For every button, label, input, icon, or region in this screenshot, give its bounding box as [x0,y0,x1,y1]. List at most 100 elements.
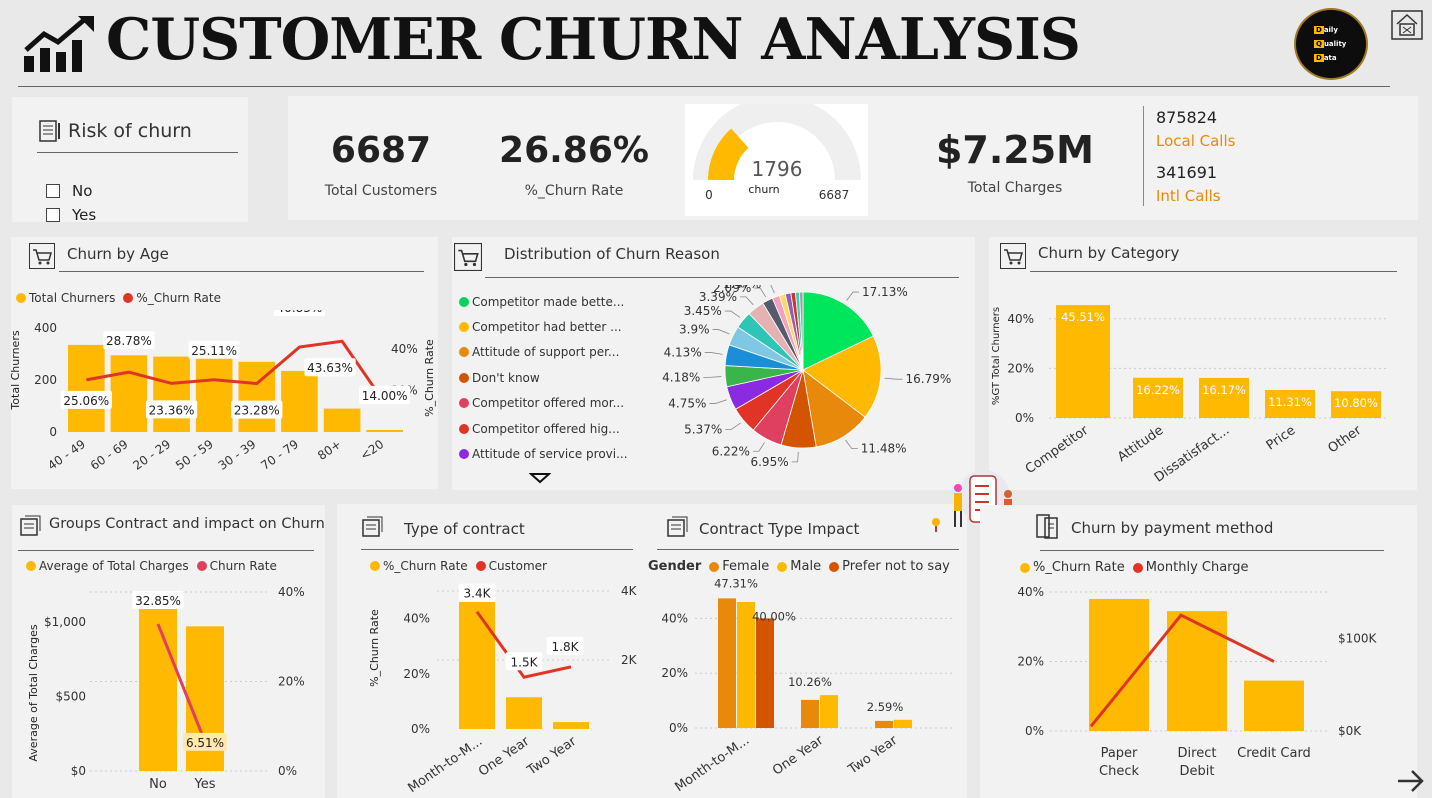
brand-logo: Daily Quality Data [1294,8,1368,80]
slice-label: 5.37% [684,422,722,436]
legend-label: Attitude of service provi... [472,447,628,462]
slice-label: 4.13% [664,345,702,359]
x-tick: Two Year [845,733,901,778]
x-tick: Other [1325,423,1364,457]
x-tick: 70 - 79 [258,437,301,473]
bar-label: 2.59% [867,700,904,714]
age-legend: Total Churners %_Churn Rate [16,291,221,305]
y-tick: 0% [669,721,688,735]
slice-label: 16.79% [906,372,952,386]
intl-calls-value: 341691 [1156,163,1218,182]
type-contract-title: Type of contract [404,520,525,538]
risk-option-no[interactable]: No [46,182,92,200]
x-tick: Two Year [524,734,580,779]
x-tick: Check [1099,764,1139,779]
y2-axis-label: %_Churn Rate [423,339,436,417]
y-tick: $0 [71,764,86,778]
churn-gauge: 1796 churn 0 6687 [693,104,861,202]
x-tick: 40 - 49 [45,437,88,473]
bar-label: 16.22% [1136,383,1180,397]
y2-tick: 40% [278,585,305,599]
bar [801,699,819,728]
bar [1244,680,1304,731]
slice-label: 4.18% [662,370,700,384]
bar [820,695,838,728]
gauge-label: churn [748,183,779,196]
slice-label: 11.48% [861,442,907,456]
checkbox[interactable] [46,208,60,222]
rate-label: 40.83% [277,310,323,315]
rate-label: 32.85% [135,594,181,608]
category-chart: %GT Total Churners 40% 20% 0% 45.51% Competit… [991,305,1389,485]
x-tick: Yes [194,777,216,792]
rate-label: 23.28% [234,404,280,418]
gauge-min: 0 [705,188,713,202]
y2-tick: 0% [278,764,297,778]
y-axis-label: Average of Total Charges [27,624,40,761]
y2-tick: 20% [278,675,305,689]
y-tick: 20% [1017,655,1044,669]
y2-tick: $0K [1338,724,1362,738]
payment-icon [1036,514,1058,539]
x-tick: 20 - 29 [130,437,173,473]
legend-dot [459,347,469,358]
leader-line [724,310,741,318]
y-tick: $500 [55,689,86,703]
folder-icon [20,515,41,536]
cart-icon [454,243,482,271]
type-contract-chart: %_Churn Rate 40% 20% 0% 4K 2K 3.4K 1.5K 1.8K Mont… [368,583,638,796]
contract-impact-chart: 40% 20% 0% 47.31% 40.00% 10.26% 2.59% Month-to-… [661,578,955,795]
x-tick: Month-to-M... [405,734,485,796]
bar [506,697,542,729]
legend-item[interactable]: Competitor made bette... [459,289,628,314]
contract-groups-legend: Average of Total Charges Churn Rate [26,559,277,573]
legend-scroll-down-icon[interactable] [529,472,551,484]
x-tick: Competitor [1023,423,1092,478]
bar-label: 40.00% [752,609,796,623]
bar [756,618,774,728]
leader-line [884,377,903,380]
bar [459,602,495,729]
slice-label: 1.47% [723,285,761,291]
bar-label: 11.31% [1268,395,1312,409]
y-axis-label: %GT Total Churners [991,307,1002,405]
legend-item[interactable]: Attitude of support per... [459,340,628,365]
leader-line [791,451,799,463]
growth-chart-icon [24,16,94,72]
type-contract-legend: %_Churn Rate Customer [370,559,547,573]
churn-rate-value: 26.86% [499,130,649,171]
legend-item[interactable]: Competitor had better ... [459,314,628,339]
customer-label: 1.8K [552,640,580,654]
bar-label: 16.17% [1202,383,1246,397]
x-tick: Month-to-M... [672,733,752,795]
next-page-arrow-icon[interactable] [1396,768,1426,794]
rate-label: 28.78% [106,334,152,348]
legend-item[interactable]: Competitor offered hig... [459,416,628,441]
bar [894,719,912,728]
risk-title: Risk of churn [68,120,192,142]
y-tick: 400 [34,321,57,335]
x-tick: 80+ [315,437,344,463]
rate-label: 25.11% [191,344,237,358]
risk-option-yes[interactable]: Yes [46,206,96,224]
bar [323,408,361,432]
legend-item[interactable]: Don't know [459,365,628,390]
y2-tick: $100K [1338,631,1378,645]
leader-line [846,291,859,301]
bar-label: 10.80% [1334,396,1378,410]
rate-label: 23.36% [149,403,195,417]
leader-line [752,442,765,452]
legend-dot [459,398,469,409]
checkbox[interactable] [46,184,60,198]
y-tick: 0% [1025,724,1044,738]
y-tick: 40% [1007,312,1034,326]
age-title: Churn by Age [67,245,169,263]
legend-item[interactable]: Attitude of service provi... [459,441,628,466]
home-icon[interactable] [1391,10,1423,40]
legend-item[interactable]: Competitor offered mor... [459,391,628,416]
slice-label: 3.9% [679,323,710,337]
leader-line [704,352,723,355]
payment-title: Churn by payment method [1071,519,1274,537]
total-charges-value: $7.25M [935,128,1094,172]
folder-icon [667,516,688,537]
